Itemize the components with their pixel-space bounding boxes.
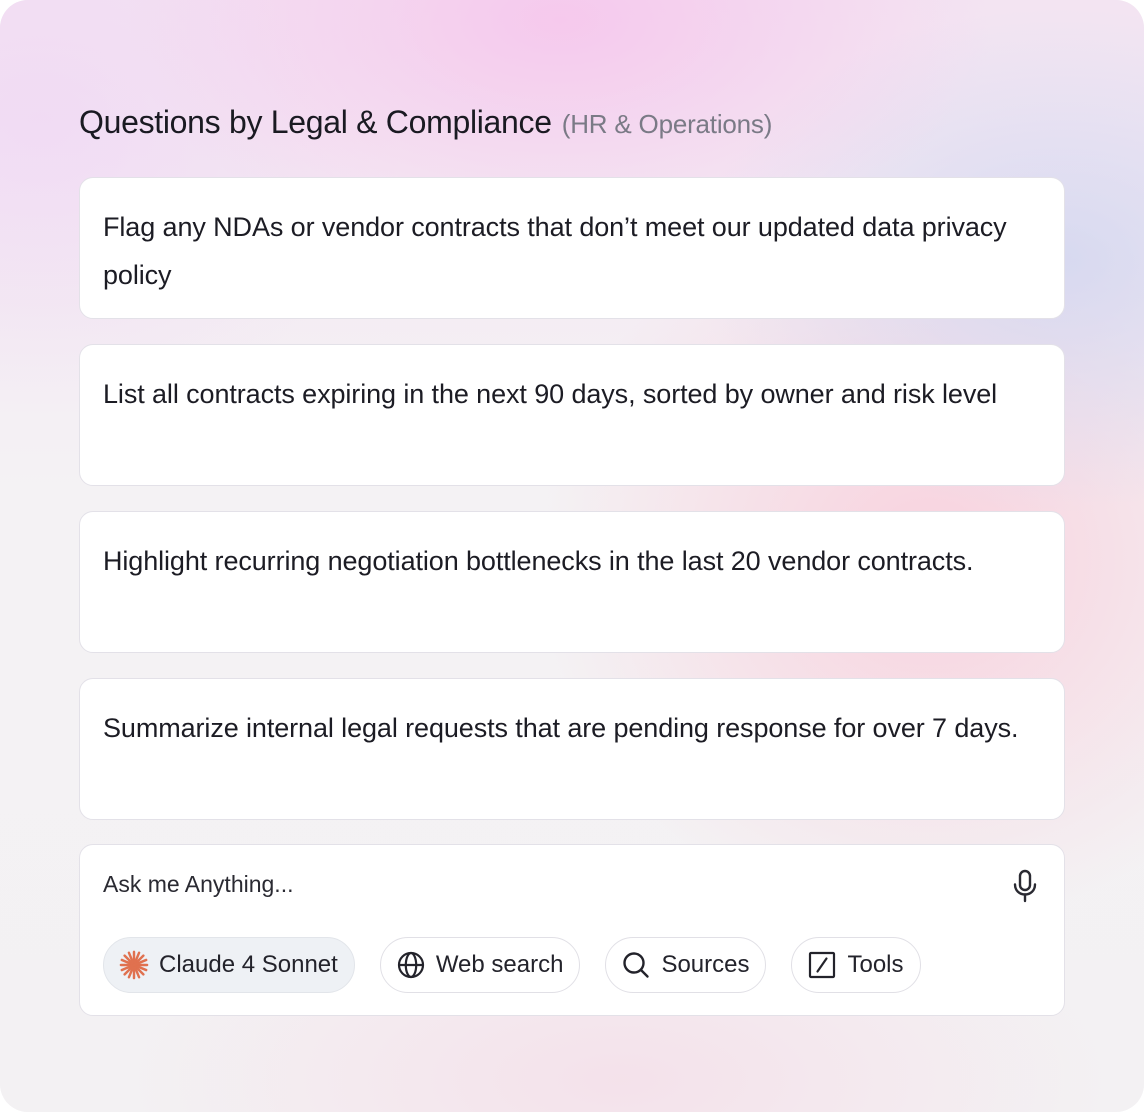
question-card[interactable]: Summarize internal legal requests that a… xyxy=(79,678,1065,820)
claude-starburst-icon xyxy=(119,950,149,980)
question-card[interactable]: List all contracts expiring in the next … xyxy=(79,344,1065,486)
chip-label: Tools xyxy=(847,951,904,978)
chip-label: Claude 4 Sonnet xyxy=(159,951,338,978)
model-selector-chip[interactable]: Claude 4 Sonnet xyxy=(103,937,355,993)
question-text: List all contracts expiring in the next … xyxy=(103,379,998,409)
page-title: Questions by Legal & Compliance xyxy=(79,104,552,140)
composer-chips: Claude 4 Sonnet Web search Sources Tools xyxy=(103,937,921,993)
chip-label: Web search xyxy=(435,951,564,978)
sources-chip[interactable]: Sources xyxy=(605,937,767,993)
question-card[interactable]: Highlight recurring negotiation bottlene… xyxy=(79,511,1065,653)
ask-input[interactable] xyxy=(103,871,963,898)
microphone-icon[interactable] xyxy=(1010,869,1040,903)
web-search-chip[interactable]: Web search xyxy=(379,937,581,993)
page-subtitle: (HR & Operations) xyxy=(561,109,773,139)
search-icon xyxy=(621,950,651,980)
app-window: Questions by Legal & Compliance (HR & Op… xyxy=(0,0,1144,1112)
question-text: Summarize internal legal requests that a… xyxy=(103,713,1019,743)
chip-label: Sources xyxy=(661,951,750,978)
question-text: Highlight recurring negotiation bottlene… xyxy=(103,546,974,576)
section-header: Questions by Legal & Compliance (HR & Op… xyxy=(79,104,772,141)
question-card[interactable]: Flag any NDAs or vendor contracts that d… xyxy=(79,177,1065,319)
question-text: Flag any NDAs or vendor contracts that d… xyxy=(103,212,1007,290)
chat-composer: Claude 4 Sonnet Web search xyxy=(79,844,1065,1016)
tools-icon xyxy=(807,950,837,980)
globe-icon xyxy=(396,950,426,980)
tools-chip[interactable]: Tools xyxy=(791,937,921,993)
